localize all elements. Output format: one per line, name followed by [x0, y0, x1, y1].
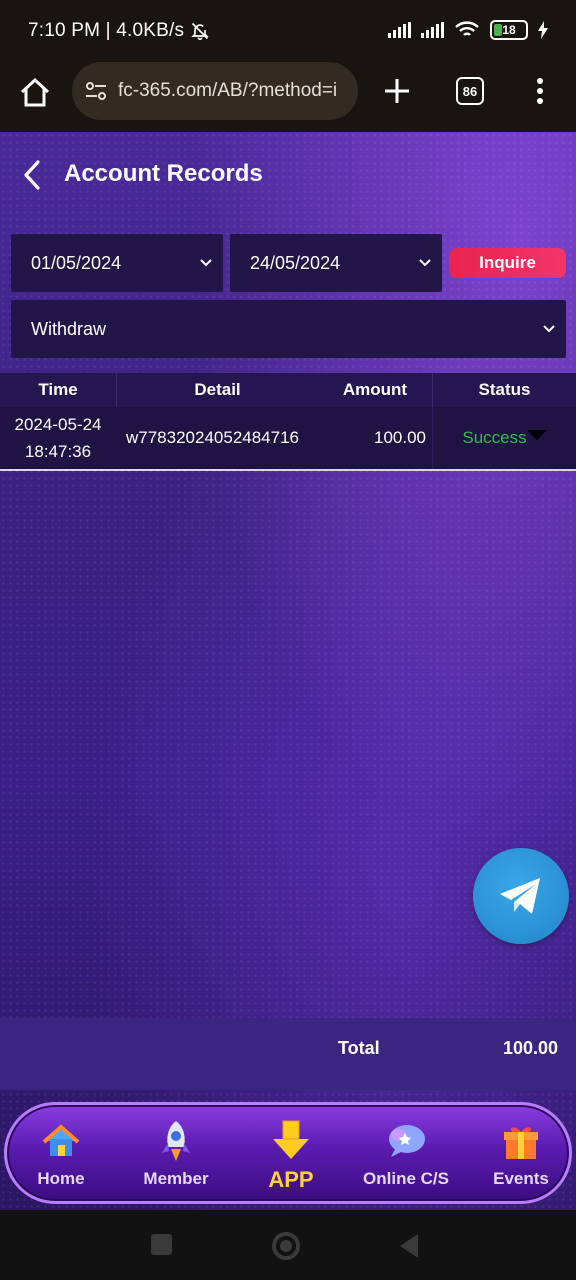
table-header: Time Detail Amount Status [0, 373, 576, 407]
back-system-button[interactable] [400, 1234, 418, 1258]
nav-label-online-cs: Online C/S [363, 1169, 449, 1188]
home-system-button[interactable] [272, 1232, 300, 1260]
telegram-button[interactable] [473, 848, 569, 944]
cell-amount: 100.00 [374, 428, 426, 447]
status-left: 7:10 PM | 4.0KB/s [28, 20, 210, 42]
battery-icon: 18 [490, 20, 528, 40]
inquire-button[interactable]: Inquire [449, 248, 566, 278]
recents-button[interactable] [151, 1234, 172, 1255]
cell-time: 2024-05-24 18:47:36 [0, 407, 116, 469]
column-header-time: Time [38, 380, 78, 399]
bottom-nav: Home Member APP Online C/S Events [4, 1102, 572, 1204]
start-date-value: 01/05/2024 [31, 252, 122, 273]
nav-item-online-cs[interactable]: Online C/S [356, 1119, 456, 1199]
page-title: Account Records [64, 160, 263, 187]
table-row[interactable]: 2024-05-24 18:47:36 w77832024052484716 1… [0, 407, 576, 471]
nav-item-events[interactable]: Events [471, 1119, 571, 1199]
nav-label-member: Member [143, 1169, 209, 1188]
records-table: Time Detail Amount Status 2024-05-24 18:… [0, 373, 576, 471]
page-header: Account Records [0, 132, 576, 220]
caret-down-icon[interactable] [526, 430, 547, 440]
gift-icon [499, 1119, 543, 1163]
end-date-value: 24/05/2024 [250, 252, 341, 273]
page-content: Account Records 01/05/2024 24/05/2024 In… [0, 132, 576, 1210]
status-time-speed: 7:10 PM | 4.0KB/s [28, 20, 185, 41]
home-icon [39, 1119, 83, 1163]
nav-item-home[interactable]: Home [11, 1119, 111, 1199]
browser-toolbar: fc-365.com/AB/?method=i 86 [0, 62, 576, 132]
nav-item-app[interactable]: APP [241, 1119, 341, 1199]
nav-label-home: Home [37, 1169, 85, 1188]
start-date-select[interactable]: 01/05/2024 [11, 234, 223, 292]
tab-switcher-button[interactable]: 86 [456, 77, 484, 105]
nav-label-events: Events [493, 1169, 549, 1188]
site-settings-icon[interactable] [84, 79, 108, 103]
signal-2-icon [421, 22, 444, 38]
home-button[interactable] [18, 76, 52, 110]
address-bar[interactable]: fc-365.com/AB/?method=i [72, 62, 358, 120]
url-text: fc-365.com/AB/?method=i [118, 80, 338, 101]
end-date-select[interactable]: 24/05/2024 [230, 234, 442, 292]
column-header-amount: Amount [342, 380, 408, 399]
battery-level: 18 [502, 23, 516, 37]
total-bar: Total 100.00 [0, 1018, 576, 1090]
cell-status[interactable]: Success [432, 407, 576, 469]
chevron-down-icon [419, 259, 431, 267]
nav-label-app: APP [268, 1167, 314, 1192]
rocket-icon [154, 1119, 198, 1163]
row-date: 2024-05-24 [14, 415, 102, 434]
record-type-value: Withdraw [31, 318, 107, 339]
bell-off-icon [191, 22, 209, 41]
total-value: 100.00 [502, 1038, 558, 1058]
new-tab-button[interactable] [382, 76, 412, 106]
wifi-icon [455, 21, 479, 36]
total-label: Total [338, 1038, 380, 1058]
chevron-down-icon [200, 259, 212, 267]
status-bar: 7:10 PM | 4.0KB/s 18 [0, 0, 576, 62]
row-time: 18:47:36 [24, 442, 92, 461]
download-arrow-icon [269, 1119, 313, 1163]
column-header-detail: Detail [116, 373, 318, 407]
signal-1-icon [388, 22, 411, 38]
back-button[interactable] [20, 158, 46, 192]
status-badge: Success [462, 428, 527, 447]
status-right: 18 [388, 20, 548, 40]
cell-detail: w77832024052484716 [126, 428, 300, 447]
chat-icon [384, 1119, 428, 1163]
system-nav-bar [0, 1210, 576, 1280]
tab-count: 86 [462, 83, 478, 99]
chevron-down-icon [543, 325, 555, 333]
more-menu-button[interactable] [530, 76, 550, 106]
telegram-icon [500, 878, 540, 914]
nav-item-member[interactable]: Member [126, 1119, 226, 1199]
record-type-select[interactable]: Withdraw [11, 300, 566, 358]
charging-icon [538, 21, 548, 39]
column-header-status: Status [432, 373, 576, 407]
